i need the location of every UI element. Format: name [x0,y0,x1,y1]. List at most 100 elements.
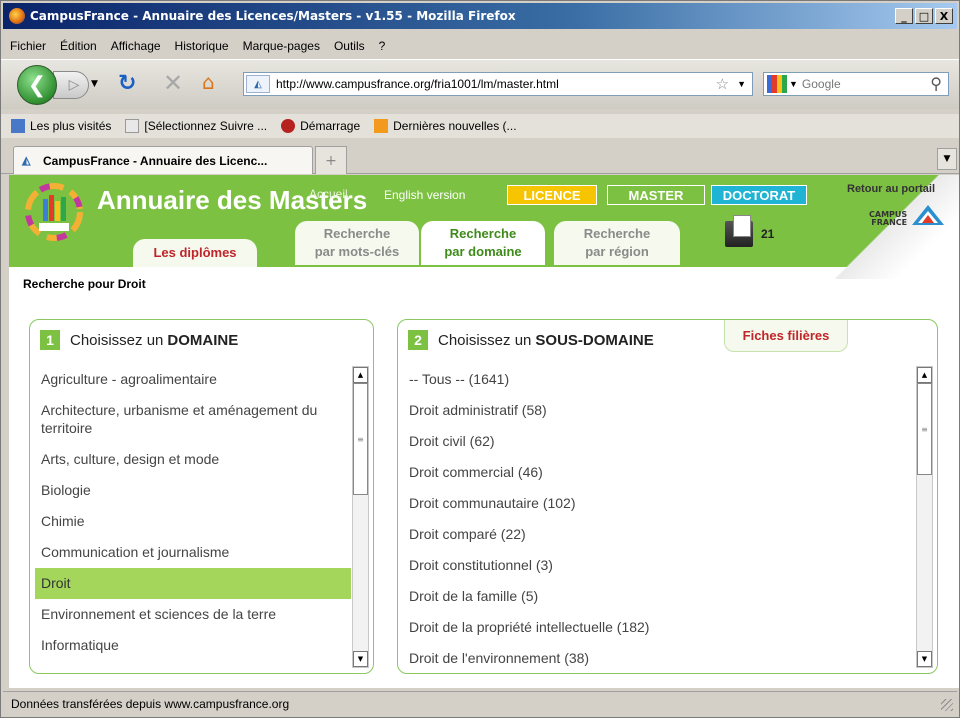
tab-campusfrance[interactable]: ◭ CampusFrance - Annuaire des Licenc... [13,146,313,174]
list-item[interactable]: -- Tous -- (1641) [403,364,915,395]
list-item[interactable]: Droit de la propriété intellectuelle (18… [403,612,915,643]
menu-historique[interactable]: Historique [168,39,236,53]
window-title: CampusFrance - Annuaire des Licences/Mas… [30,9,516,23]
fiches-filieres-button[interactable]: Fiches filières [724,320,848,352]
menu-fichier[interactable]: Fichier [3,39,53,53]
engine-dropdown-icon[interactable]: ▼ [789,79,798,89]
selection-count: 21 [761,227,775,241]
tab-les-diplomes[interactable]: Les diplômes [133,239,257,267]
list-item[interactable]: Droit administratif (58) [403,395,915,426]
english-version-link[interactable]: English version [384,188,465,202]
resize-grip-icon[interactable] [941,699,953,711]
list-item[interactable]: Droit civil (62) [403,426,915,457]
doctorat-button[interactable]: DOCTORAT [711,185,807,205]
search-context-label: Recherche pour Droit [23,277,146,291]
list-item[interactable]: Informatique [35,630,351,661]
startup-icon [281,119,296,133]
list-item[interactable]: Environnement et sciences de la terre [35,599,351,630]
bookmark-suivre[interactable]: [Sélectionnez Suivre ... [125,119,267,133]
search-icon[interactable]: ⚲ [930,74,942,94]
site-identity-icon[interactable]: ◭ [246,75,270,93]
tab-label: CampusFrance - Annuaire des Licenc... [43,153,268,168]
tab-region-line-1: Recherche [583,226,651,241]
list-item[interactable]: Droit constitutionnel (3) [403,550,915,581]
list-item[interactable]: Agriculture - agroalimentaire [35,364,351,395]
subdomain-panel-header: 2 Choisissez un SOUS-DOMAINE [408,320,927,360]
rss-icon [374,119,389,133]
tab-region-line-2: par région [585,244,649,259]
scroll-thumb[interactable]: ≡ [917,383,932,475]
tab-bar: ◭ CampusFrance - Annuaire des Licenc... … [1,142,959,174]
menu-outils[interactable]: Outils [327,39,372,53]
list-item[interactable]: Droit de l'environnement (38) [403,643,915,668]
bookmarks-toolbar: Les plus visités [Sélectionnez Suivre ..… [1,114,959,138]
tab-recherche-mots-cles[interactable]: Recherche par mots-clés [295,221,419,265]
maximize-button[interactable]: □ [915,8,933,24]
list-item[interactable]: Droit comparé (22) [403,519,915,550]
stop-icon[interactable]: ✕ [163,69,183,97]
bookmark-demarrage[interactable]: Démarrage [281,119,360,133]
search-input[interactable]: Google [802,77,930,91]
domain-title-prefix: Choisissez un [70,331,164,349]
scroll-down-icon[interactable]: ▼ [353,651,368,667]
back-arrow-icon: ❮ [27,72,47,98]
list-item-selected[interactable]: Droit [35,568,351,599]
minimize-button[interactable]: _ [895,8,913,24]
list-item[interactable]: Communication et journalisme [35,537,351,568]
reload-icon[interactable]: ↻ [118,71,136,96]
url-text[interactable]: http://www.campusfrance.org/fria1001/lm/… [276,77,716,91]
step-2-badge: 2 [408,330,428,350]
subdomain-panel: 2 Choisissez un SOUS-DOMAINE Fiches fili… [397,319,938,674]
menu-edition[interactable]: Édition [53,39,104,53]
scroll-down-icon[interactable]: ▼ [917,651,932,667]
tab-recherche-domaine[interactable]: Recherche par domaine [421,221,545,265]
forward-button[interactable]: ▷ [53,71,89,99]
scroll-thumb[interactable]: ≡ [353,383,368,495]
menu-affichage[interactable]: Affichage [104,39,168,53]
back-button[interactable]: ❮ [17,65,57,105]
campus-france-triangle-icon [912,205,945,225]
menu-help[interactable]: ? [372,39,393,53]
close-button[interactable]: X [935,8,953,24]
retour-portail-link[interactable]: Retour au portail [847,183,935,195]
master-button[interactable]: MASTER [607,185,705,205]
list-item[interactable]: Arts, culture, design et mode [35,444,351,475]
window-controls: _ □ X [895,8,953,24]
bookmark-most-visited[interactable]: Les plus visités [11,119,111,133]
accueil-link[interactable]: Accueil [309,187,348,201]
list-item[interactable]: Biologie [35,475,351,506]
tab-mots-line-2: par mots-clés [314,244,400,259]
list-item[interactable]: Droit commercial (46) [403,457,915,488]
site-header: Annuaire des Masters Accueil English ver… [9,175,959,285]
subdomain-list[interactable]: -- Tous -- (1641) Droit administratif (5… [403,364,915,668]
domain-list[interactable]: Agriculture - agroalimentaire Architectu… [35,364,351,668]
tab-list-dropdown-icon[interactable]: ▼ [937,148,957,170]
google-engine-icon[interactable] [767,75,787,93]
bookmark-star-icon[interactable]: ☆ [716,75,729,93]
folder-icon [725,215,753,247]
scroll-up-icon[interactable]: ▲ [353,367,368,383]
list-item[interactable]: Architecture, urbanisme et aménagement d… [35,395,351,444]
new-tab-button[interactable]: + [315,146,347,174]
url-dropdown-icon[interactable]: ▼ [737,79,746,89]
menu-marque-pages[interactable]: Marque-pages [236,39,327,53]
campus-france-logo[interactable]: CAMPUS FRANCE [869,203,955,235]
tab-recherche-region[interactable]: Recherche par région [554,221,680,265]
selection-basket[interactable]: 21 [725,215,775,247]
search-box[interactable]: ▼ Google ⚲ [763,72,949,96]
domain-scrollbar[interactable]: ▲ ≡ ▼ [352,366,369,668]
list-item[interactable]: Droit communautaire (102) [403,488,915,519]
address-bar[interactable]: ◭ http://www.campusfrance.org/fria1001/l… [243,72,753,96]
list-item[interactable]: Chimie [35,506,351,537]
status-text: Données transférées depuis www.campusfra… [11,696,290,711]
subdomain-scrollbar[interactable]: ▲ ≡ ▼ [916,366,933,668]
history-dropdown-icon[interactable]: ▼ [91,79,98,89]
tab-domaine-line-1: Recherche [449,226,517,241]
list-item[interactable]: Droit de la famille (5) [403,581,915,612]
domain-panel-header: 1 Choisissez un DOMAINE [40,320,363,360]
domain-panel: 1 Choisissez un DOMAINE Agriculture - ag… [29,319,374,674]
home-icon[interactable]: ⌂ [202,70,215,94]
bookmark-news[interactable]: Dernières nouvelles (... [374,119,517,133]
scroll-up-icon[interactable]: ▲ [917,367,932,383]
licence-button[interactable]: LICENCE [507,185,597,205]
